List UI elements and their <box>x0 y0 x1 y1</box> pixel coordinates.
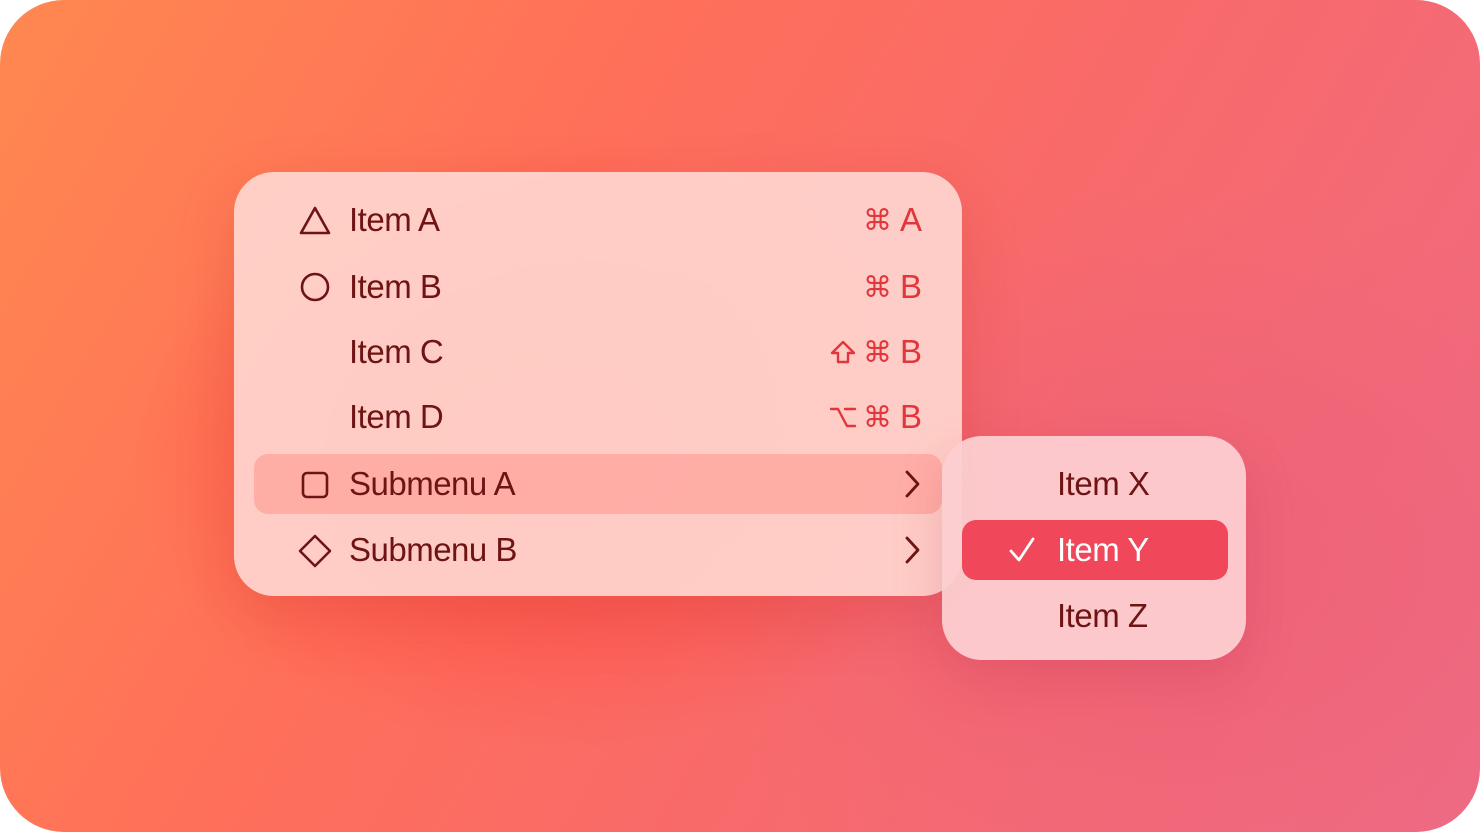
shift-icon <box>829 338 857 366</box>
menu-item-label: Submenu A <box>349 465 516 502</box>
command-icon: ⌘ <box>862 203 892 237</box>
menu-item-label: Item C <box>349 333 444 370</box>
menu-item-submenu-b[interactable]: Submenu B <box>254 520 942 580</box>
checkmark-icon <box>1008 536 1036 564</box>
option-icon <box>829 403 857 431</box>
submenu-item-label: Item Z <box>1057 597 1148 634</box>
command-icon: ⌘ <box>862 270 892 304</box>
command-icon: ⌘ <box>862 400 892 434</box>
triangle-icon <box>298 204 332 238</box>
shortcut-option-cmd-b: ⌘ B <box>829 387 922 447</box>
background-canvas: Item A ⌘ A Item B ⌘ B Item C ⌘ B Item D … <box>0 0 1480 832</box>
shortcut-key: B <box>899 333 922 370</box>
context-menu: Item A ⌘ A Item B ⌘ B Item C ⌘ B Item D … <box>234 172 962 596</box>
submenu-item-label: Item X <box>1057 465 1150 502</box>
menu-item-label: Item A <box>349 201 440 238</box>
menu-item-label: Item D <box>349 398 444 435</box>
submenu-item-x[interactable]: Item X <box>962 454 1228 514</box>
square-icon <box>298 468 332 502</box>
shortcut-key: B <box>899 268 922 305</box>
submenu-item-label: Item Y <box>1057 531 1149 568</box>
submenu-item-y[interactable]: Item Y <box>962 520 1228 580</box>
submenu-item-z[interactable]: Item Z <box>962 586 1228 646</box>
chevron-right-icon <box>900 468 924 500</box>
shortcut-key: A <box>899 201 922 238</box>
shortcut-key: B <box>899 398 922 435</box>
menu-item-d[interactable]: Item D ⌘ B <box>254 387 942 447</box>
menu-item-label: Submenu B <box>349 531 517 568</box>
menu-item-b[interactable]: Item B ⌘ B <box>254 257 942 317</box>
shortcut-cmd-a: ⌘ A <box>863 190 922 250</box>
shortcut-cmd-b: ⌘ B <box>863 257 922 317</box>
menu-item-c[interactable]: Item C ⌘ B <box>254 322 942 382</box>
command-icon: ⌘ <box>862 335 892 369</box>
menu-item-label: Item B <box>349 268 442 305</box>
menu-item-submenu-a[interactable]: Submenu A <box>254 454 942 514</box>
menu-item-a[interactable]: Item A ⌘ A <box>254 190 942 250</box>
shortcut-shift-cmd-b: ⌘ B <box>829 322 922 382</box>
submenu-panel: Item X Item Y Item Z <box>942 436 1246 660</box>
chevron-right-icon <box>900 534 924 566</box>
circle-icon <box>298 271 332 305</box>
diamond-icon <box>298 534 332 568</box>
